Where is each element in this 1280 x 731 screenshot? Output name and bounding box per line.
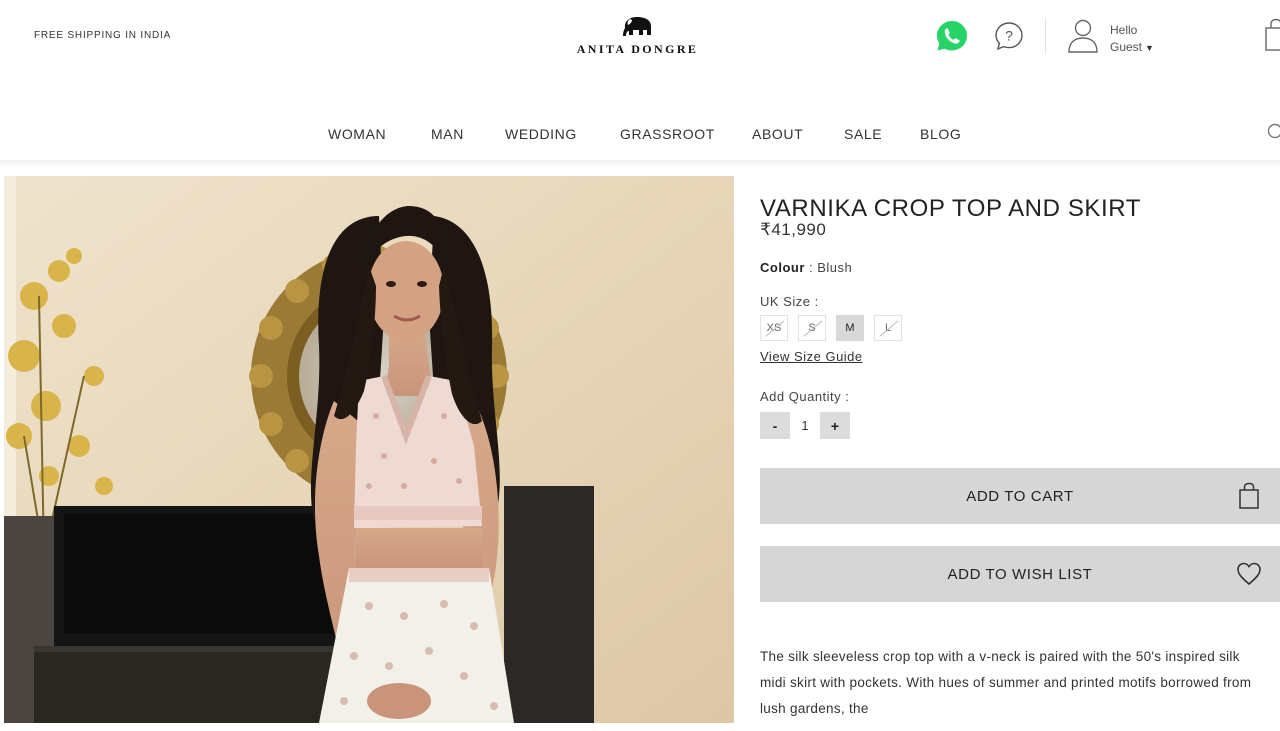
nav-separator [0, 160, 1280, 168]
colour-value: : Blush [809, 260, 853, 275]
product-title: VARNIKA CROP TOP AND SKIRT [760, 195, 1142, 223]
nav-sale[interactable]: SALE [844, 126, 882, 142]
search-icon[interactable] [1266, 122, 1280, 142]
size-option-xs[interactable]: XS [760, 315, 788, 341]
size-guide-link[interactable]: View Size Guide [760, 349, 863, 364]
quantity-decrease-button[interactable]: - [760, 412, 790, 439]
whatsapp-icon[interactable] [935, 19, 969, 53]
add-to-cart-button[interactable]: ADD TO CART [760, 468, 1280, 524]
help-icon[interactable]: ? [993, 20, 1025, 52]
user-icon[interactable] [1067, 18, 1099, 54]
product-price: ₹41,990 [760, 220, 827, 239]
header-divider [1045, 18, 1046, 54]
greeting-hello: Hello [1110, 23, 1138, 37]
nav-grassroot[interactable]: GRASSROOT [620, 126, 715, 142]
colour-label: Colour [760, 260, 805, 275]
greeting-guest: Guest [1110, 40, 1143, 54]
promo-text: FREE SHIPPING IN INDIA [34, 30, 172, 41]
brand-name: ANITA DONGRE [576, 42, 699, 56]
product-image[interactable] [4, 176, 734, 723]
nav-wedding[interactable]: WEDDING [505, 126, 577, 142]
svg-text:?: ? [1005, 28, 1013, 44]
size-option-m[interactable]: M [836, 315, 864, 341]
elephant-logo-icon [622, 17, 651, 36]
caret-down-icon: ▼ [1145, 43, 1154, 53]
size-label: UK Size : [760, 294, 819, 309]
quantity-stepper: - 1 + [760, 412, 850, 439]
nav-blog[interactable]: BLOG [920, 126, 961, 142]
size-option-s[interactable]: S [798, 315, 826, 341]
size-options: XS S M L [760, 315, 902, 341]
shopping-bag-icon [1239, 482, 1259, 509]
nav-man[interactable]: MAN [431, 126, 464, 142]
add-to-wishlist-button[interactable]: ADD TO WISH LIST [760, 546, 1280, 602]
nav-about[interactable]: ABOUT [752, 126, 803, 142]
account-menu[interactable]: Hello Guest ▼ [1110, 22, 1154, 57]
heart-icon [1237, 562, 1261, 586]
colour-row: Colour : Blush [760, 260, 852, 275]
cart-icon[interactable] [1262, 18, 1280, 52]
quantity-value[interactable]: 1 [790, 418, 820, 433]
product-photo [4, 176, 734, 723]
quantity-increase-button[interactable]: + [820, 412, 850, 439]
brand-logo-link[interactable]: ANITA DONGRE [560, 14, 715, 57]
product-description: The silk sleeveless crop top with a v-ne… [760, 649, 1252, 716]
add-to-cart-label: ADD TO CART [966, 487, 1074, 505]
nav-woman[interactable]: WOMAN [328, 126, 386, 142]
add-to-wishlist-label: ADD TO WISH LIST [947, 565, 1093, 583]
size-option-l[interactable]: L [874, 315, 902, 341]
quantity-label: Add Quantity : [760, 389, 850, 404]
